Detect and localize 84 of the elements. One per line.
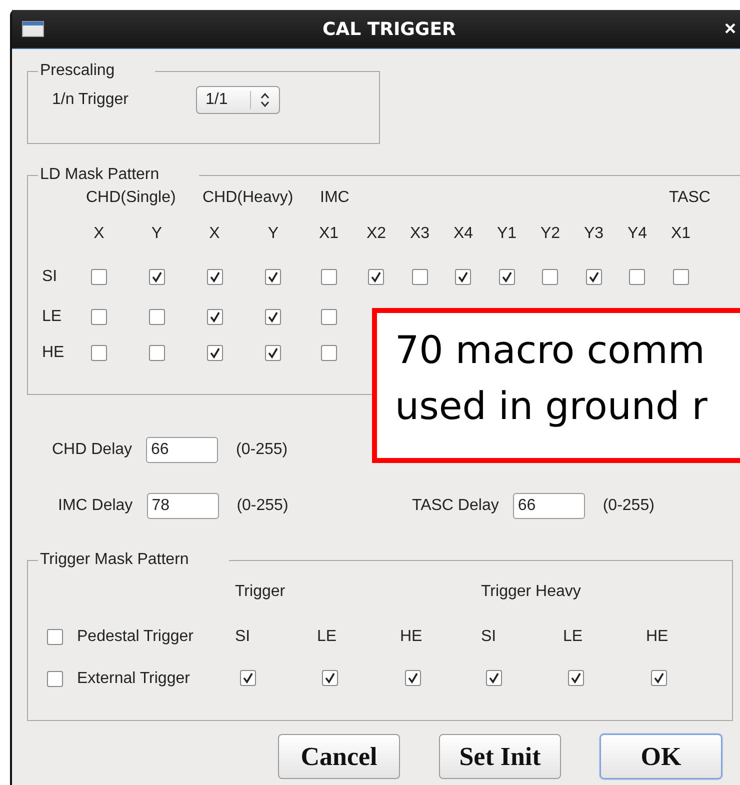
column-label: X3 <box>410 225 430 243</box>
field-label: IMC Delay <box>58 497 133 515</box>
checkbox[interactable] <box>586 269 602 285</box>
checkbox[interactable] <box>91 308 107 324</box>
checkbox[interactable] <box>651 670 667 686</box>
checkbox[interactable] <box>206 345 222 361</box>
checkbox[interactable] <box>206 308 222 324</box>
column-label: Y1 <box>496 225 517 243</box>
checkbox[interactable] <box>322 670 338 686</box>
checkbox[interactable] <box>542 269 558 285</box>
column-label: SI <box>235 628 252 646</box>
column-label: X4 <box>453 225 474 243</box>
checkbox[interactable] <box>265 269 282 285</box>
checkbox[interactable] <box>206 269 222 285</box>
checkbox[interactable] <box>265 308 282 324</box>
column-label: Y2 <box>540 225 560 243</box>
checkbox[interactable] <box>629 269 646 285</box>
checkbox-label: External Trigger <box>77 670 190 688</box>
window-icon <box>22 21 44 37</box>
group-title: LD Mask Pattern <box>39 166 160 184</box>
checkbox-label: Pedestal Trigger <box>77 628 194 646</box>
column-label: X <box>94 225 104 243</box>
group-title: Prescaling <box>39 62 116 80</box>
checkbox[interactable] <box>455 269 472 285</box>
group-title: Trigger Mask Pattern <box>39 551 190 569</box>
checkbox[interactable] <box>486 670 502 686</box>
row-label: HE <box>41 344 66 362</box>
checkbox[interactable] <box>91 345 107 361</box>
field-label: 1/n Trigger <box>52 91 128 109</box>
checkbox[interactable] <box>148 345 165 361</box>
checkbox[interactable] <box>498 269 515 285</box>
dialog-button[interactable]: Cancel <box>278 734 400 779</box>
column-label: Y <box>268 225 279 243</box>
checkbox[interactable] <box>405 670 421 686</box>
column-group-label: CHD(Single) <box>85 189 176 207</box>
column-group-label: Trigger Heavy <box>481 583 582 601</box>
input-field[interactable]: 66 <box>512 493 585 519</box>
checkbox[interactable] <box>320 345 337 361</box>
column-group-label: IMC <box>319 189 350 207</box>
checkbox[interactable] <box>368 269 384 285</box>
column-label: HE <box>400 628 424 646</box>
close-button[interactable]: × <box>724 18 736 40</box>
checkbox[interactable] <box>265 345 282 361</box>
window-title: CAL TRIGGER <box>321 18 457 40</box>
column-label: X1 <box>670 225 691 243</box>
up-down-icon <box>260 92 270 108</box>
checkbox[interactable] <box>148 308 165 324</box>
column-group-label: TASC <box>668 189 710 207</box>
field-label: CHD Delay <box>52 441 132 459</box>
checkbox[interactable] <box>568 670 584 686</box>
column-label: X <box>209 225 220 243</box>
checkbox[interactable] <box>672 269 689 285</box>
dialog-button[interactable]: OK <box>600 734 722 779</box>
callout-text: 70 macro comm <box>395 327 706 374</box>
checkbox[interactable] <box>320 308 337 324</box>
checkbox[interactable] <box>412 269 428 285</box>
checkbox[interactable] <box>91 269 107 285</box>
checkbox[interactable] <box>148 269 165 285</box>
range-hint: (0-255) <box>602 497 654 515</box>
range-hint: (0-255) <box>236 441 288 459</box>
column-label: HE <box>646 628 670 646</box>
field-label: TASC Delay <box>412 497 499 515</box>
checkbox[interactable] <box>240 670 256 686</box>
input-field[interactable]: 66 <box>146 437 218 463</box>
row-label: LE <box>41 308 63 326</box>
spin-box[interactable]: 1/1 <box>196 86 280 114</box>
row-label: SI <box>41 268 58 286</box>
checkbox[interactable] <box>320 269 337 285</box>
checkbox[interactable] <box>47 671 63 687</box>
column-label: LE <box>317 628 338 646</box>
column-group-label: Trigger <box>235 583 286 601</box>
input-field[interactable]: 78 <box>146 493 219 519</box>
column-label: Y4 <box>627 225 648 243</box>
dialog-button[interactable]: Set Init <box>439 734 561 779</box>
column-label: X1 <box>318 225 339 243</box>
callout-text: used in ground r <box>395 383 708 430</box>
column-label: SI <box>481 628 498 646</box>
column-label: Y3 <box>584 225 604 243</box>
column-label: X2 <box>366 225 386 243</box>
range-hint: (0-255) <box>236 497 288 515</box>
column-label: LE <box>563 628 584 646</box>
column-label: Y <box>151 225 162 243</box>
column-group-label: CHD(Heavy) <box>202 189 294 207</box>
checkbox[interactable] <box>47 629 63 645</box>
